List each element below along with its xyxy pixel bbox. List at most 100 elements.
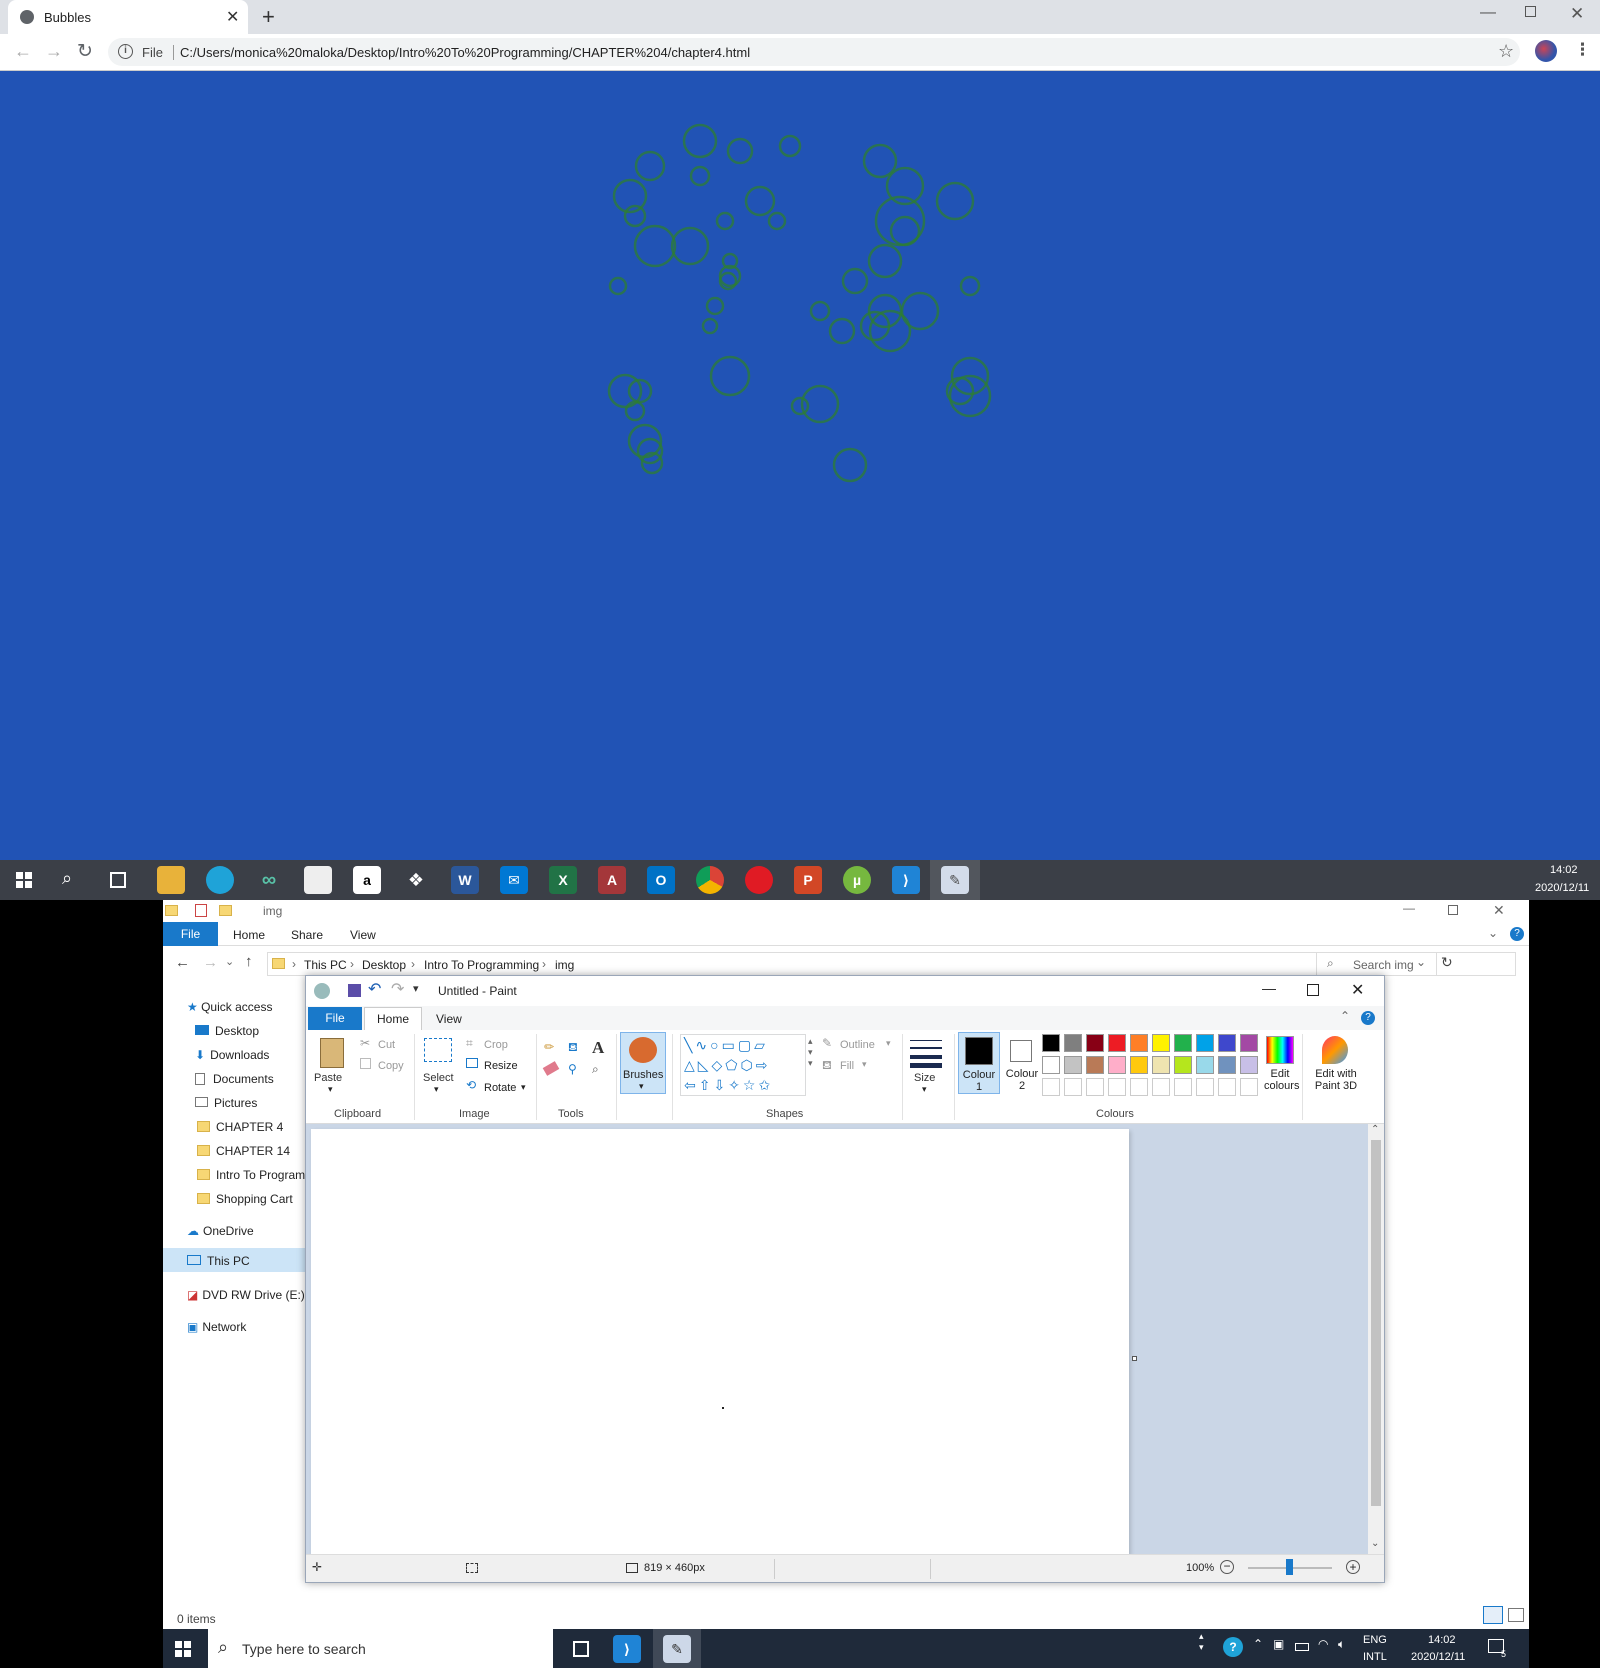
rotate-icon[interactable]: ⟲	[466, 1078, 476, 1092]
colour-swatch[interactable]	[1086, 1056, 1104, 1074]
crop-label[interactable]: Crop	[484, 1039, 508, 1051]
colour-swatch[interactable]	[1174, 1034, 1192, 1052]
nav-intro[interactable]: Intro To Program	[197, 1168, 305, 1182]
maximize-icon[interactable]	[1307, 984, 1319, 996]
select-dropdown-icon[interactable]: ▾	[434, 1084, 439, 1095]
colour-swatch[interactable]	[1218, 1056, 1236, 1074]
zoom-out-icon[interactable]: −	[1220, 1560, 1234, 1574]
colour-swatch[interactable]	[1218, 1034, 1236, 1052]
amazon-icon[interactable]: a	[353, 866, 381, 894]
colour1-button[interactable]: Colour 1	[958, 1032, 1000, 1094]
paint-icon[interactable]: ✎	[663, 1635, 691, 1663]
tab-file[interactable]: File	[308, 1007, 362, 1030]
meet-now-icon[interactable]: ▣	[1273, 1637, 1284, 1651]
file-explorer-icon[interactable]	[157, 866, 185, 894]
fill-label[interactable]: Fill	[840, 1060, 854, 1072]
tab-view[interactable]: View	[436, 1012, 462, 1026]
colour-swatch[interactable]	[1108, 1056, 1126, 1074]
colour2-button[interactable]: Colour 2	[1002, 1032, 1042, 1094]
colour-swatch[interactable]	[1086, 1078, 1104, 1096]
shapes-scroll-icon[interactable]: ▴ ▾ ▾	[808, 1036, 813, 1069]
access-icon[interactable]: A	[598, 866, 626, 894]
outline-dropdown-icon[interactable]: ▾	[886, 1038, 891, 1049]
recent-dropdown-icon[interactable]: ⌄	[225, 955, 234, 968]
fill-bucket-icon[interactable]: ⛾	[568, 1040, 578, 1056]
colour-swatch[interactable]	[1042, 1056, 1060, 1074]
paste-icon[interactable]	[320, 1038, 344, 1068]
forward-icon[interactable]: →	[45, 41, 63, 62]
taskbar-search[interactable]: ⌕ Type here to search	[208, 1629, 553, 1668]
colour-swatch[interactable]	[1064, 1078, 1082, 1096]
nav-this-pc[interactable]: This PC	[163, 1248, 305, 1272]
back-icon[interactable]: ←	[175, 954, 190, 971]
language-variant[interactable]: INTL	[1363, 1651, 1387, 1663]
breadcrumb-this-pc[interactable]: This PC	[304, 958, 347, 972]
undo-icon[interactable]: ↶	[368, 979, 381, 999]
forward-icon[interactable]: →	[203, 954, 218, 971]
close-icon[interactable]: ✕	[1493, 902, 1505, 919]
chevron-down-icon[interactable]: ⌄	[1488, 926, 1498, 940]
browser-tab[interactable]: Bubbles ✕	[8, 0, 248, 34]
nav-dvd-drive[interactable]: ◪ DVD RW Drive (E:)	[187, 1288, 305, 1302]
nav-downloads[interactable]: ⬇ Downloads	[195, 1048, 269, 1062]
windows-start-icon[interactable]	[175, 1641, 191, 1657]
colour-swatch[interactable]	[1064, 1034, 1082, 1052]
pencil-icon[interactable]: ✏	[544, 1040, 554, 1054]
colour-swatch[interactable]	[1130, 1078, 1148, 1096]
scroll-thumb[interactable]	[1371, 1140, 1381, 1506]
colour-swatch[interactable]	[1240, 1056, 1258, 1074]
mail-icon[interactable]: ✉	[500, 866, 528, 894]
reload-icon[interactable]: ↻	[77, 40, 93, 63]
breadcrumb-desktop[interactable]: Desktop	[362, 958, 406, 972]
vertical-scrollbar[interactable]: ⌃ ⌄	[1368, 1124, 1384, 1554]
breadcrumb-intro[interactable]: Intro To Programming	[424, 958, 539, 972]
collapse-ribbon-icon[interactable]: ⌃	[1340, 1009, 1350, 1023]
minimize-icon[interactable]: —	[1403, 901, 1415, 915]
zoom-in-icon[interactable]: +	[1346, 1560, 1360, 1574]
back-icon[interactable]: ←	[14, 41, 32, 62]
outline-icon[interactable]: ✎	[822, 1036, 832, 1050]
nav-network[interactable]: ▣ Network	[187, 1320, 246, 1334]
colour-swatch[interactable]	[1240, 1034, 1258, 1052]
brushes-button[interactable]: Brushes ▾	[620, 1032, 666, 1094]
nav-quick-access[interactable]: ★ Quick access	[187, 1000, 272, 1014]
rotate-dropdown-icon[interactable]: ▾	[521, 1082, 526, 1093]
colour-swatch[interactable]	[1152, 1034, 1170, 1052]
colour-swatch[interactable]	[1240, 1078, 1258, 1096]
restore-icon[interactable]	[1525, 6, 1536, 17]
magnifier-icon[interactable]: ⌕	[592, 1062, 599, 1077]
show-hidden-icon[interactable]: ⌃	[1253, 1637, 1263, 1651]
colour-swatch[interactable]	[1218, 1078, 1236, 1096]
close-tab-icon[interactable]: ✕	[226, 7, 239, 27]
clock-date[interactable]: 2020/12/11	[1411, 1651, 1465, 1663]
copy-label[interactable]: Copy	[378, 1060, 404, 1072]
tab-share[interactable]: Share	[291, 928, 323, 942]
colour-swatch[interactable]	[1196, 1078, 1214, 1096]
details-view-icon[interactable]	[1483, 1606, 1503, 1624]
rotate-label[interactable]: Rotate	[484, 1082, 516, 1094]
select-label[interactable]: Select	[423, 1072, 454, 1084]
excel-icon[interactable]: X	[549, 866, 577, 894]
infinity-icon[interactable]: ∞	[255, 866, 283, 894]
address-bar[interactable]: i File C:/Users/monica%20maloka/Desktop/…	[108, 38, 1520, 66]
search-icon[interactable]: ⌕	[62, 868, 72, 889]
size-dropdown-icon[interactable]: ▾	[922, 1084, 927, 1095]
nav-pictures[interactable]: Pictures	[195, 1096, 257, 1110]
store-icon[interactable]	[304, 866, 332, 894]
volume-icon[interactable]: 🔈︎	[1338, 1637, 1345, 1652]
tab-home[interactable]: Home	[364, 1007, 422, 1030]
clock-time[interactable]: 14:02	[1428, 1634, 1456, 1646]
large-icons-view-icon[interactable]	[1508, 1608, 1524, 1622]
battery-icon[interactable]	[1295, 1643, 1309, 1651]
fill-dropdown-icon[interactable]: ▾	[862, 1059, 867, 1070]
bookmark-star-icon[interactable]: ☆	[1498, 41, 1514, 62]
info-icon[interactable]: i	[118, 44, 133, 59]
utorrent-icon[interactable]: µ	[843, 866, 871, 894]
fill-icon[interactable]: ⛾	[822, 1058, 832, 1074]
resize-label[interactable]: Resize	[484, 1060, 518, 1072]
cut-label[interactable]: Cut	[378, 1039, 395, 1051]
minimize-icon[interactable]: —	[1262, 980, 1276, 996]
nav-documents[interactable]: Documents	[195, 1072, 274, 1086]
colour-swatch[interactable]	[1130, 1034, 1148, 1052]
windows-start-icon[interactable]	[16, 872, 32, 888]
